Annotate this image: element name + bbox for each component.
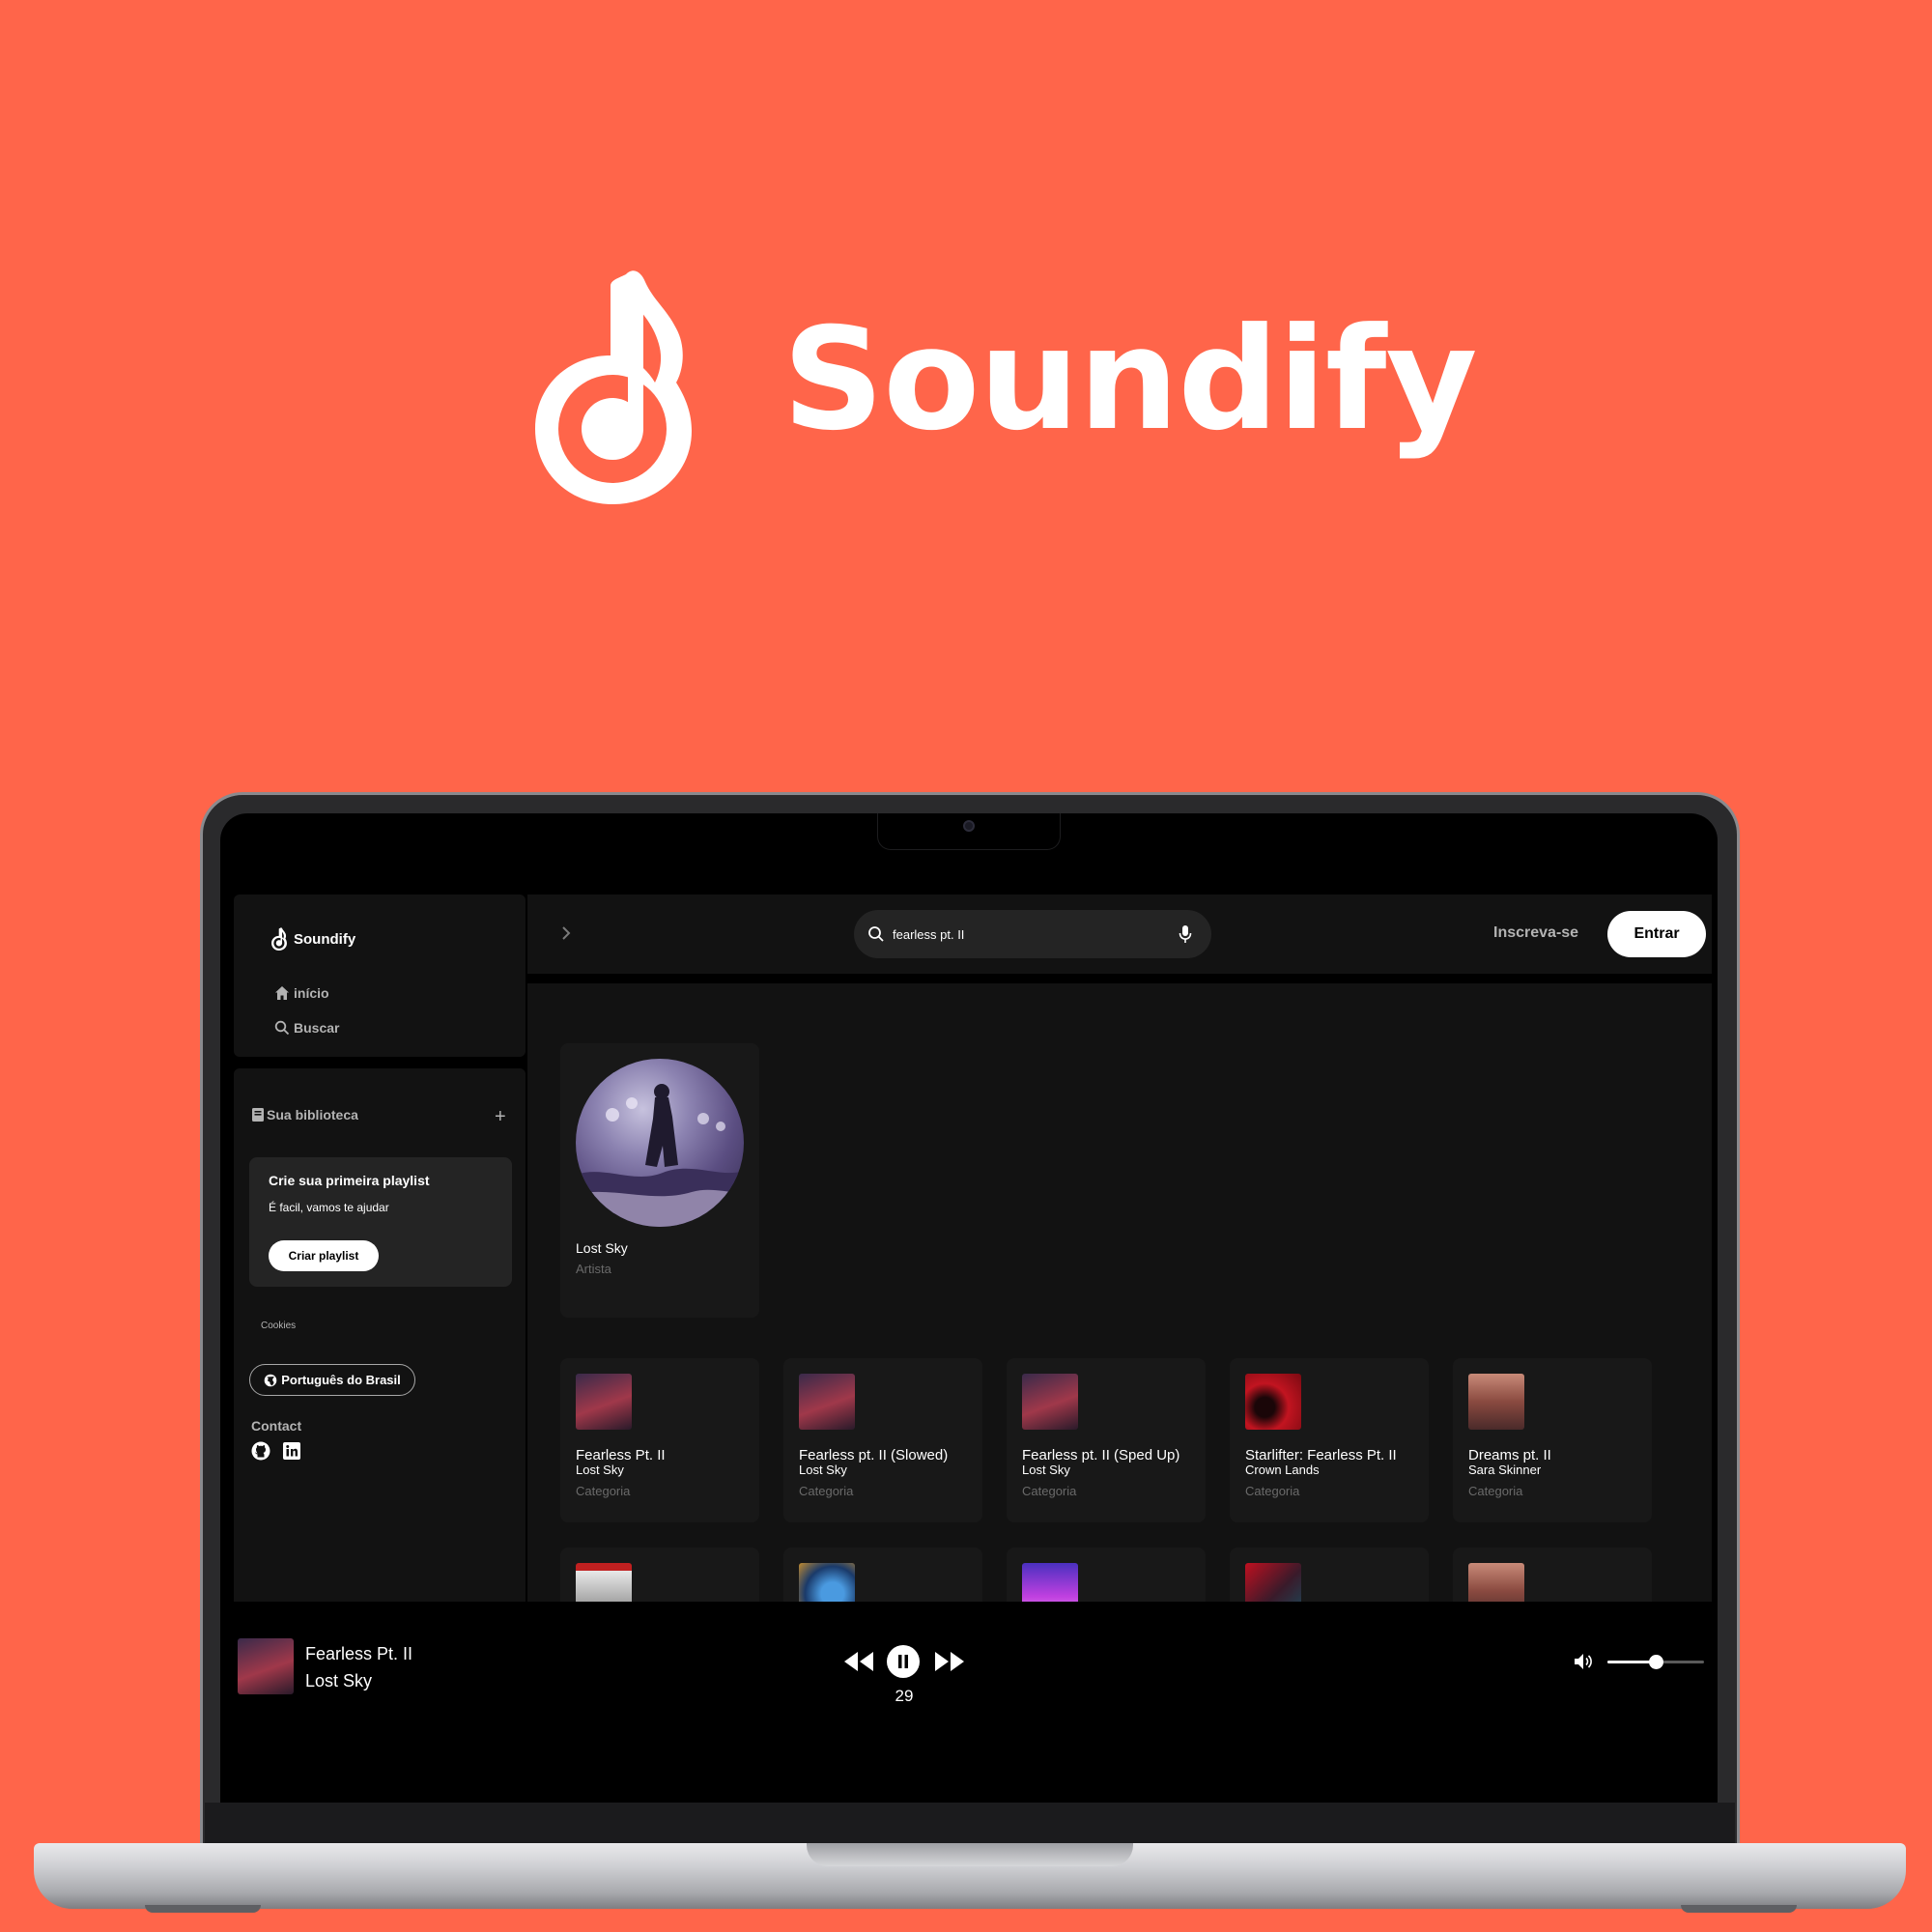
home-icon [275, 986, 289, 1000]
fast-forward-icon[interactable] [933, 1650, 966, 1673]
globe-icon [264, 1374, 277, 1386]
track-title: Starlifter: Fearless Pt. II [1245, 1447, 1397, 1463]
artist-type: Artista [576, 1262, 611, 1276]
track-cover [799, 1374, 855, 1430]
artist-name: Lost Sky [576, 1240, 628, 1256]
language-label: Português do Brasil [281, 1373, 401, 1387]
linkedin-icon[interactable] [282, 1441, 301, 1461]
playlist-card-subtitle: É facil, vamos te ajudar [269, 1201, 389, 1214]
nav-item-label: Buscar [294, 1020, 340, 1036]
search-input[interactable] [893, 926, 1177, 942]
track-title: Fearless Pt. II [576, 1447, 666, 1463]
nav-item-label: início [294, 985, 329, 1001]
signup-link[interactable]: Inscreva-se [1493, 924, 1578, 942]
rewind-icon[interactable] [842, 1650, 875, 1673]
track-card[interactable]: Dreams pt. II Sara Skinner Categoria [1453, 1358, 1652, 1522]
plus-icon[interactable]: + [495, 1107, 506, 1126]
topbar-divider [527, 974, 1712, 983]
track-category: Categoria [1245, 1484, 1300, 1498]
track-category: Categoria [799, 1484, 854, 1498]
create-playlist-card: Crie sua primeira playlist É facil, vamo… [249, 1157, 512, 1287]
search-bar[interactable] [854, 910, 1211, 958]
login-button[interactable]: Entrar [1607, 911, 1706, 957]
main-content: Inscreva-se Entrar Lost Sky Artista [527, 895, 1712, 1712]
nav-item-search[interactable]: Buscar [274, 1020, 339, 1036]
track-title: Fearless pt. II (Sped Up) [1022, 1447, 1180, 1463]
library-panel: Sua biblioteca + Crie sua primeira playl… [234, 1068, 526, 1613]
nav-item-home[interactable]: início [274, 985, 329, 1001]
laptop-chin [205, 1803, 1735, 1845]
track-artist: Crown Lands [1245, 1463, 1320, 1477]
soundify-logo-icon [271, 927, 287, 951]
track-card[interactable]: Fearless pt. II (Sped Up) Lost Sky Categ… [1007, 1358, 1206, 1522]
laptop-notch [877, 813, 1061, 850]
now-playing-cover [238, 1638, 294, 1694]
track-artist: Lost Sky [576, 1463, 624, 1477]
artist-card[interactable]: Lost Sky Artista [560, 1043, 759, 1318]
track-artist: Lost Sky [799, 1463, 847, 1477]
sidebar-divider [234, 1057, 500, 1066]
library-icon [252, 1108, 264, 1122]
track-category: Categoria [1022, 1484, 1077, 1498]
playback-time: 29 [895, 1687, 914, 1705]
soundify-logo-icon [535, 270, 692, 504]
track-cover [1022, 1374, 1078, 1430]
search-icon [274, 1020, 290, 1036]
player-bar: Fearless Pt. II Lost Sky 29 [228, 1602, 1712, 1781]
library-title: Sua biblioteca [267, 1107, 358, 1122]
artist-image [576, 1059, 744, 1227]
track-category: Categoria [576, 1484, 631, 1498]
app-brand-name: Soundify [294, 930, 356, 948]
app-screen: Soundify início Buscar Sua biblioteca + … [228, 895, 1712, 1781]
cookies-link[interactable]: Cookies [261, 1321, 296, 1331]
now-playing-artist: Lost Sky [305, 1671, 373, 1690]
track-card[interactable]: Fearless Pt. II Lost Sky Categoria [560, 1358, 759, 1522]
track-artist: Lost Sky [1022, 1463, 1070, 1477]
chevron-right-icon[interactable] [556, 923, 576, 943]
contact-icons [251, 1441, 301, 1461]
laptop-foot [145, 1905, 261, 1913]
hero-title: Soundify [782, 298, 1478, 462]
track-title: Dreams pt. II [1468, 1447, 1551, 1463]
laptop-foot [1681, 1905, 1797, 1913]
track-cover [576, 1374, 632, 1430]
playlist-card-title: Crie sua primeira playlist [269, 1173, 430, 1188]
volume-slider[interactable] [1607, 1655, 1704, 1669]
search-icon [868, 926, 884, 942]
track-cover [1468, 1374, 1524, 1430]
language-button[interactable]: Português do Brasil [249, 1364, 415, 1396]
track-artist: Sara Skinner [1468, 1463, 1542, 1477]
track-card[interactable]: Starlifter: Fearless Pt. II Crown Lands … [1230, 1358, 1429, 1522]
topbar: Inscreva-se Entrar [527, 895, 1712, 974]
volume-handle[interactable] [1649, 1655, 1663, 1669]
microphone-icon[interactable] [1177, 924, 1194, 944]
app-brand[interactable]: Soundify [270, 927, 355, 951]
library-header[interactable]: Sua biblioteca [251, 1107, 358, 1122]
pause-icon[interactable] [887, 1645, 920, 1678]
artist-artwork [576, 1084, 744, 1227]
create-playlist-button[interactable]: Criar playlist [269, 1240, 379, 1271]
sidebar-nav-panel: Soundify início Buscar [234, 895, 526, 1057]
camera-icon [963, 820, 975, 832]
github-icon[interactable] [251, 1441, 270, 1461]
volume-icon[interactable] [1573, 1652, 1594, 1671]
track-title: Fearless pt. II (Slowed) [799, 1447, 949, 1463]
track-category: Categoria [1468, 1484, 1523, 1498]
laptop-groove [807, 1843, 1133, 1866]
track-cover [1245, 1374, 1301, 1430]
contact-label: Contact [251, 1418, 302, 1434]
now-playing-title: Fearless Pt. II [305, 1644, 413, 1663]
track-card[interactable]: Fearless pt. II (Slowed) Lost Sky Catego… [783, 1358, 982, 1522]
